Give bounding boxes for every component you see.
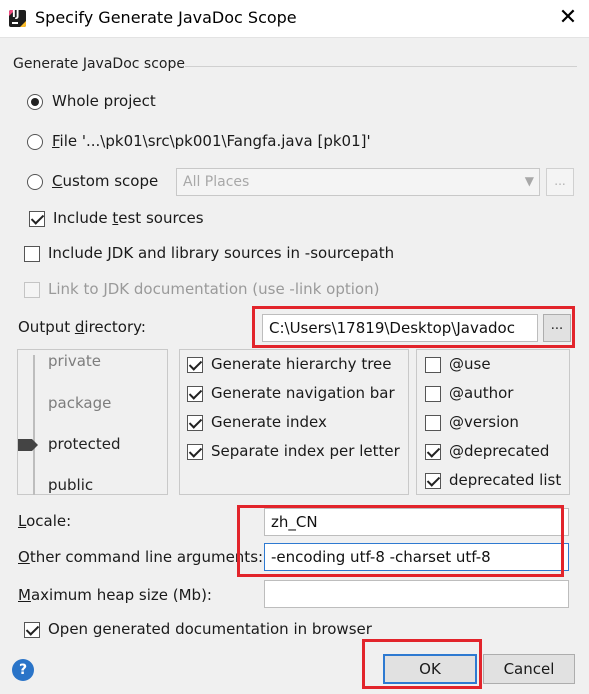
- deprecated-list-label[interactable]: deprecated list: [449, 471, 561, 489]
- scope-group-label: Generate JavaDoc scope: [13, 56, 185, 72]
- cancel-button[interactable]: Cancel: [483, 654, 575, 684]
- include-test-sources-checkbox[interactable]: [29, 211, 45, 227]
- custom-scope-radio[interactable]: [27, 174, 43, 190]
- generate-hierarchy-checkbox[interactable]: [187, 357, 203, 373]
- heap-size-input[interactable]: [264, 580, 569, 608]
- link-jdk-checkbox: [24, 282, 40, 298]
- generate-hierarchy-label[interactable]: Generate hierarchy tree: [211, 355, 392, 373]
- visibility-level-public[interactable]: public: [48, 476, 93, 494]
- file-scope-label[interactable]: File '...\pk01\src\pk001\Fangfa.java [pk…: [52, 132, 371, 150]
- visibility-slider-track[interactable]: [33, 355, 35, 495]
- visibility-panel: [17, 349, 168, 495]
- tag-use-checkbox[interactable]: [425, 357, 441, 373]
- tag-version-checkbox[interactable]: [425, 415, 441, 431]
- generate-navbar-checkbox[interactable]: [187, 386, 203, 402]
- locale-label: Locale:: [18, 512, 72, 530]
- whole-project-radio[interactable]: [27, 94, 43, 110]
- include-jdk-label[interactable]: Include JDK and library sources in -sour…: [48, 244, 394, 262]
- custom-scope-label[interactable]: Custom scope: [52, 172, 158, 190]
- include-test-sources-label[interactable]: Include test sources: [53, 209, 204, 227]
- intellij-app-icon: IJ: [9, 10, 26, 27]
- group-separator: [185, 66, 577, 67]
- deprecated-list-checkbox[interactable]: [425, 473, 441, 489]
- other-args-label: Other command line arguments:: [18, 548, 264, 566]
- tag-use-label[interactable]: @use: [449, 355, 491, 373]
- chevron-down-icon: ▼: [524, 174, 534, 188]
- custom-scope-browse-button[interactable]: ...: [546, 168, 574, 196]
- open-in-browser-label[interactable]: Open generated documentation in browser: [48, 620, 372, 638]
- link-jdk-label: Link to JDK documentation (use -link opt…: [48, 280, 380, 298]
- visibility-level-protected[interactable]: protected: [48, 435, 121, 453]
- help-icon[interactable]: ?: [12, 659, 34, 681]
- generate-navbar-label[interactable]: Generate navigation bar: [211, 384, 395, 402]
- tag-version-label[interactable]: @version: [449, 413, 519, 431]
- visibility-level-package[interactable]: package: [48, 394, 111, 412]
- custom-scope-dropdown[interactable]: All Places ▼: [176, 168, 540, 196]
- tag-author-label[interactable]: @author: [449, 384, 513, 402]
- tag-author-checkbox[interactable]: [425, 386, 441, 402]
- whole-project-label[interactable]: Whole project: [52, 92, 156, 110]
- highlight-output-directory: [252, 306, 575, 348]
- tag-deprecated-label[interactable]: @deprecated: [449, 442, 549, 460]
- generate-index-checkbox[interactable]: [187, 415, 203, 431]
- heap-size-label: Maximum heap size (Mb):: [18, 586, 212, 604]
- include-jdk-checkbox[interactable]: [24, 246, 40, 262]
- visibility-level-private[interactable]: private: [48, 352, 101, 370]
- close-icon[interactable]: ✕: [556, 6, 580, 30]
- output-directory-label: Output directory:: [18, 318, 146, 336]
- file-radio[interactable]: [27, 134, 43, 150]
- generate-index-label[interactable]: Generate index: [211, 413, 327, 431]
- separate-index-label[interactable]: Separate index per letter: [211, 442, 400, 460]
- tag-deprecated-checkbox[interactable]: [425, 444, 441, 460]
- highlight-ok-button: [362, 639, 482, 689]
- window-title: Specify Generate JavaDoc Scope: [35, 8, 297, 27]
- highlight-locale-args: [237, 505, 564, 577]
- open-in-browser-checkbox[interactable]: [24, 622, 40, 638]
- separate-index-checkbox[interactable]: [187, 444, 203, 460]
